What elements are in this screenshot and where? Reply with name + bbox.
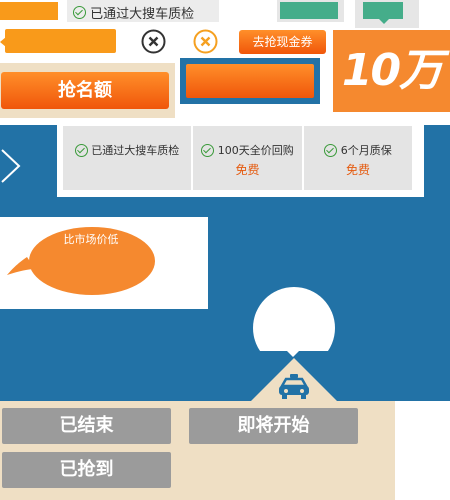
big-amount-panel: 10万: [333, 30, 450, 112]
bubble-text: 比市场价低: [63, 233, 119, 246]
feature-item: 6个月质保 免费: [304, 126, 412, 190]
feature-sub: 免费: [235, 163, 260, 177]
ended-label: 已结束: [59, 415, 114, 436]
grab-quota-label: 抢名额: [58, 80, 112, 101]
feature-label: 已通过大搜车质检: [91, 144, 180, 157]
green-tooltip-tab: [355, 0, 419, 28]
grab-coupon-button[interactable]: 去抢现金券: [239, 30, 326, 54]
orange-strip: [0, 2, 58, 20]
feature-item: 已通过大搜车质检: [63, 126, 191, 190]
green-tab: [277, 0, 344, 22]
coming-soon-button[interactable]: 即将开始: [189, 408, 358, 444]
grabbed-label: 已抢到: [59, 459, 114, 480]
big-amount: 10万: [341, 45, 443, 96]
chevron-right-icon[interactable]: [0, 146, 22, 186]
check-circle-icon: [73, 6, 86, 19]
check-circle-icon: [324, 143, 338, 157]
check-circle-icon: [201, 143, 215, 157]
feature-sub: 免费: [345, 163, 370, 177]
feature-label: 100天全价回购: [217, 144, 294, 157]
taxi-icon: [276, 373, 312, 401]
check-circle-icon: [74, 143, 88, 157]
close-icon-orange[interactable]: [193, 29, 218, 54]
grab-quota-button[interactable]: 抢名额: [1, 72, 169, 109]
coming-soon-label: 即将开始: [237, 415, 310, 436]
close-icon[interactable]: [141, 29, 166, 54]
grabbed-button[interactable]: 已抢到: [2, 452, 171, 488]
ended-button[interactable]: 已结束: [2, 408, 171, 444]
framed-orange-button[interactable]: [180, 58, 320, 104]
inspection-tag: 已通过大搜车质检: [67, 0, 219, 22]
feature-item: 100天全价回购 免费: [193, 126, 302, 190]
inspection-tag-label: 已通过大搜车质检: [90, 7, 195, 22]
pointer-triangle: [287, 351, 299, 357]
feature-label: 6个月质保: [340, 144, 392, 157]
grab-coupon-label: 去抢现金券: [252, 35, 313, 49]
orange-pointer-label: [5, 29, 116, 53]
